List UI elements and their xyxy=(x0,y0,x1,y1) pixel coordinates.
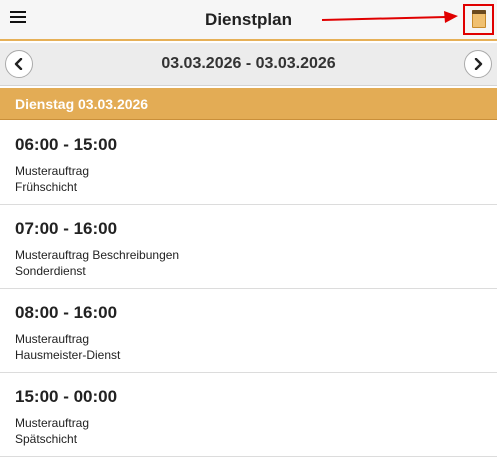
app-header: Dienstplan xyxy=(0,0,497,41)
shift-item[interactable]: 15:00 - 00:00 Musterauftrag Spätschicht xyxy=(0,373,497,457)
shift-type: Frühschicht xyxy=(15,180,78,194)
calendar-icon[interactable] xyxy=(472,10,486,28)
shift-type: Sonderdienst xyxy=(15,264,86,278)
shift-time: 07:00 - 16:00 xyxy=(15,219,118,238)
shift-item[interactable]: 08:00 - 16:00 Musterauftrag Hausmeister-… xyxy=(0,289,497,373)
shift-time: 15:00 - 00:00 xyxy=(15,387,118,406)
day-header: Dienstag 03.03.2026 xyxy=(0,88,497,120)
shift-time: 08:00 - 16:00 xyxy=(15,303,118,322)
shift-order: Musterauftrag xyxy=(15,332,90,346)
shift-order: Musterauftrag xyxy=(15,164,90,178)
calendar-highlight-box[interactable] xyxy=(463,4,494,35)
next-date-button[interactable] xyxy=(464,50,492,78)
date-range: 03.03.2026 - 03.03.2026 xyxy=(161,55,336,72)
shift-order: Musterauftrag xyxy=(15,416,90,430)
shift-type: Hausmeister-Dienst xyxy=(15,348,121,362)
annotation-arrow xyxy=(321,11,458,23)
shift-time: 06:00 - 15:00 xyxy=(15,135,118,154)
shift-order: Musterauftrag Beschreibungen xyxy=(15,248,180,262)
shift-type: Spätschicht xyxy=(15,432,78,446)
shift-item[interactable]: 07:00 - 16:00 Musterauftrag Beschreibung… xyxy=(0,205,497,289)
chevron-right-icon xyxy=(474,58,483,70)
date-navigation-bar: 03.03.2026 - 03.03.2026 xyxy=(0,43,497,86)
shift-item[interactable]: 06:00 - 15:00 Musterauftrag Frühschicht xyxy=(0,121,497,205)
